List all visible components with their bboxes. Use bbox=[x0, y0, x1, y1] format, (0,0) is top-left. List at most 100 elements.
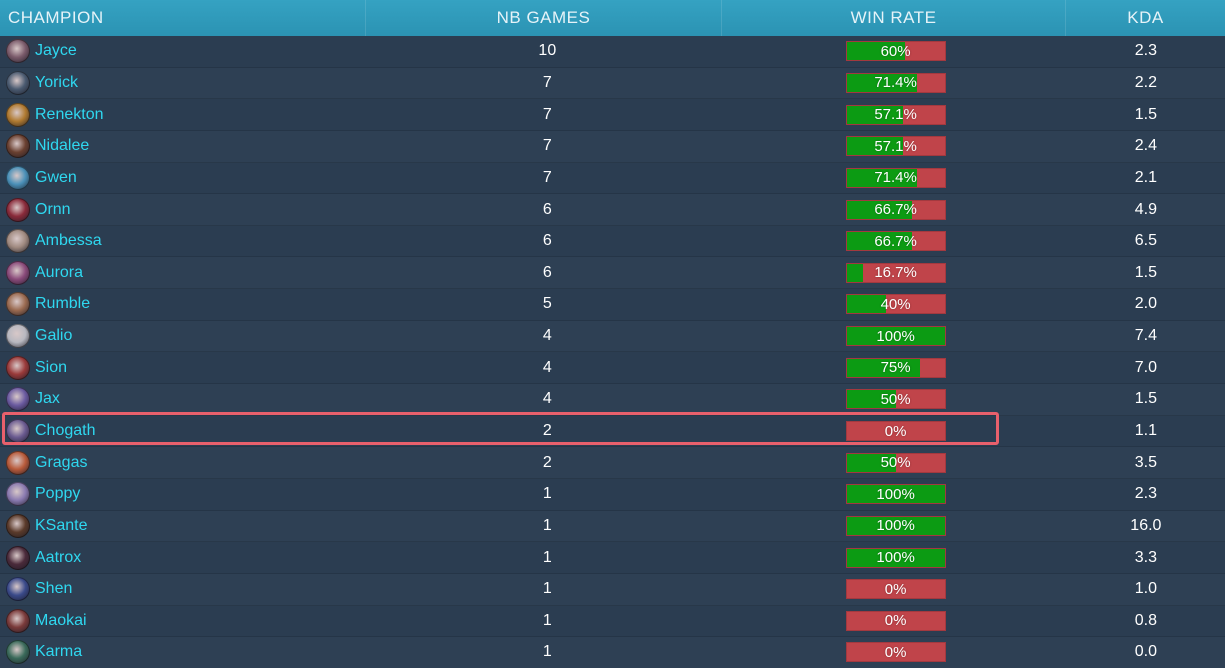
table-row[interactable]: Ornn 6 66.7% 4.9 bbox=[0, 194, 1225, 226]
games-count: 4 bbox=[542, 390, 552, 408]
table-row[interactable]: Maokai 1 0% 0.8 bbox=[0, 606, 1225, 638]
kda-value: 1.5 bbox=[1134, 263, 1157, 281]
table-row[interactable]: Yorick 7 71.4% 2.2 bbox=[0, 67, 1225, 100]
table-row[interactable]: Jayce 10 60% 2.3 bbox=[0, 36, 1225, 68]
games-count: 2 bbox=[542, 422, 552, 439]
winrate-value: 100% bbox=[876, 485, 915, 503]
champion-name-link[interactable]: Gragas bbox=[35, 454, 87, 472]
champion-name-link[interactable]: Aurora bbox=[35, 264, 83, 282]
champion-avatar-icon bbox=[6, 134, 30, 159]
winrate-cell: 40% bbox=[724, 289, 1066, 320]
champion-avatar-icon bbox=[6, 355, 30, 380]
champion-avatar-icon bbox=[6, 513, 30, 538]
table-row[interactable]: KSante 1 100% 16.0 bbox=[0, 510, 1225, 543]
table-row[interactable]: Galio 4 100% 7.4 bbox=[0, 320, 1225, 353]
champion-name-link[interactable]: Jax bbox=[35, 390, 60, 408]
champion-cell: Ornn bbox=[0, 194, 370, 225]
winrate-cell: 57.1% bbox=[724, 131, 1066, 162]
champion-name-link[interactable]: Chogath bbox=[35, 422, 96, 440]
winrate-cell: 50% bbox=[724, 384, 1066, 415]
column-header-games[interactable]: NB GAMES bbox=[366, 0, 722, 36]
champion-name-link[interactable]: Nidalee bbox=[35, 137, 89, 155]
champion-name-link[interactable]: Ornn bbox=[35, 201, 71, 219]
kda-value: 3.5 bbox=[1134, 453, 1157, 471]
kda-value: 1.0 bbox=[1134, 580, 1157, 598]
winrate-cell: 50% bbox=[724, 447, 1066, 478]
winrate-bar: 50% bbox=[845, 452, 946, 473]
games-count: 7 bbox=[542, 137, 552, 155]
kda-value: 16.0 bbox=[1130, 516, 1162, 534]
kda-value: 2.0 bbox=[1134, 295, 1157, 313]
champion-name-link[interactable]: Shen bbox=[35, 580, 72, 598]
champion-cell: Ambessa bbox=[0, 226, 370, 257]
table-row[interactable]: Gragas 2 50% 3.5 bbox=[0, 447, 1225, 479]
kda-value: 0.8 bbox=[1134, 611, 1157, 629]
champion-name-link[interactable]: Renekton bbox=[35, 106, 104, 124]
champion-avatar-icon bbox=[6, 450, 30, 475]
champion-name-link[interactable]: Rumble bbox=[35, 295, 90, 313]
champion-name-link[interactable]: Sion bbox=[35, 359, 67, 377]
winrate-value: 50% bbox=[880, 454, 911, 472]
winrate-bar: 0% bbox=[845, 610, 946, 631]
champion-name-link[interactable]: Karma bbox=[35, 643, 82, 661]
winrate-cell: 100% bbox=[724, 321, 1066, 352]
column-header-winrate[interactable]: WIN RATE bbox=[722, 0, 1066, 36]
champion-name-link[interactable]: Poppy bbox=[35, 485, 80, 503]
winrate-value: 16.7% bbox=[874, 264, 917, 282]
champion-name-link[interactable]: KSante bbox=[35, 517, 87, 535]
winrate-value: 66.7% bbox=[874, 201, 917, 219]
champion-cell: Poppy bbox=[0, 479, 370, 510]
table-row[interactable]: Nidalee 7 57.1% 2.4 bbox=[0, 130, 1225, 163]
champion-name-link[interactable]: Maokai bbox=[35, 612, 87, 630]
champion-name-link[interactable]: Aatrox bbox=[35, 549, 81, 567]
winrate-cell: 100% bbox=[724, 542, 1066, 573]
games-count: 1 bbox=[542, 643, 552, 661]
games-count: 7 bbox=[542, 105, 552, 123]
table-row[interactable]: Chogath 2 0% 1.1 bbox=[0, 416, 1225, 448]
table-row[interactable]: Gwen 7 71.4% 2.1 bbox=[0, 163, 1225, 195]
table-row[interactable]: Poppy 1 100% 2.3 bbox=[0, 479, 1225, 511]
winrate-value: 57.1% bbox=[874, 106, 917, 124]
winrate-cell: 0% bbox=[724, 637, 1066, 668]
kda-value: 3.3 bbox=[1134, 548, 1157, 566]
champion-name-link[interactable]: Gwen bbox=[35, 169, 77, 187]
table-row[interactable]: Jax 4 50% 1.5 bbox=[0, 384, 1225, 416]
winrate-value: 50% bbox=[880, 390, 911, 408]
table-body: Jayce 10 60% 2.3 Yorick 7 71.4% 2.2 Renekton 7 57.… bbox=[0, 36, 1225, 668]
winrate-bar: 40% bbox=[845, 294, 946, 315]
winrate-bar: 66.7% bbox=[845, 231, 946, 252]
champion-name-link[interactable]: Ambessa bbox=[35, 232, 102, 250]
champion-cell: Shen bbox=[0, 574, 370, 605]
winrate-bar: 75% bbox=[845, 357, 946, 378]
winrate-value: 75% bbox=[880, 359, 911, 377]
champion-cell: Aatrox bbox=[0, 542, 370, 573]
column-header-kda[interactable]: KDA bbox=[1066, 0, 1225, 36]
winrate-bar: 0% bbox=[845, 421, 946, 441]
kda-value: 7.4 bbox=[1134, 327, 1157, 345]
kda-value: 1.1 bbox=[1134, 422, 1157, 439]
champion-name-link[interactable]: Yorick bbox=[35, 74, 78, 92]
table-row[interactable]: Ambessa 6 66.7% 6.5 bbox=[0, 226, 1225, 258]
champion-cell: Sion bbox=[0, 352, 370, 383]
champion-cell: Nidalee bbox=[0, 131, 370, 162]
kda-value: 2.3 bbox=[1134, 42, 1157, 60]
table-row[interactable]: Rumble 5 40% 2.0 bbox=[0, 289, 1225, 321]
champion-name-link[interactable]: Galio bbox=[35, 327, 72, 345]
champion-name-link[interactable]: Jayce bbox=[35, 42, 77, 60]
column-header-champion[interactable]: CHAMPION bbox=[0, 0, 366, 36]
champion-avatar-icon bbox=[6, 324, 30, 349]
table-row[interactable]: Sion 4 75% 7.0 bbox=[0, 352, 1225, 385]
table-row[interactable]: Shen 1 0% 1.0 bbox=[0, 573, 1225, 606]
table-row[interactable]: Renekton 7 57.1% 1.5 bbox=[0, 99, 1225, 131]
games-count: 6 bbox=[542, 200, 552, 218]
champion-stats-table: CHAMPION NB GAMES WIN RATE KDA Jayce 10 60… bbox=[0, 0, 1225, 668]
table-row[interactable]: Aatrox 1 100% 3.3 bbox=[0, 542, 1225, 574]
table-row[interactable]: Aurora 6 16.7% 1.5 bbox=[0, 257, 1225, 290]
winrate-value: 66.7% bbox=[874, 232, 917, 250]
champion-cell: Chogath bbox=[0, 416, 370, 447]
kda-value: 2.1 bbox=[1134, 168, 1157, 186]
winrate-cell: 66.7% bbox=[724, 194, 1066, 225]
winrate-value: 100% bbox=[876, 327, 915, 345]
games-count: 4 bbox=[542, 327, 552, 345]
table-row[interactable]: Karma 1 0% 0.0 bbox=[0, 637, 1225, 668]
